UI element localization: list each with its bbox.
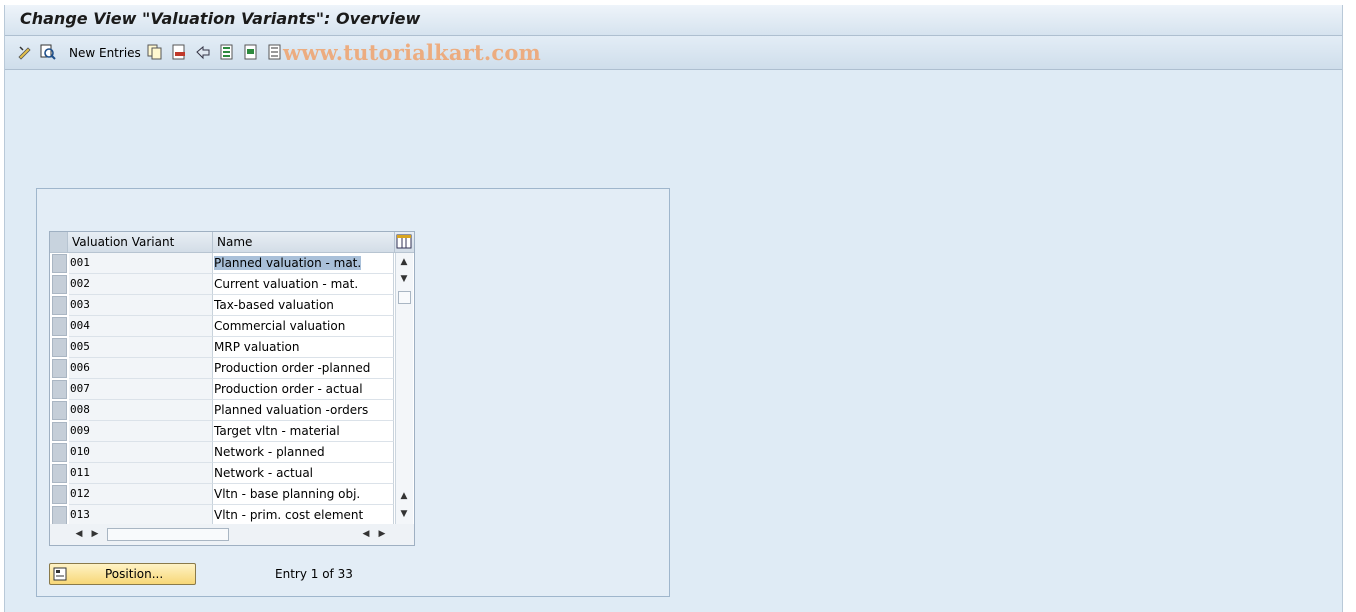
scroll-left-icon[interactable]: ◀: [72, 527, 86, 541]
name-cell[interactable]: Planned valuation - mat.: [213, 253, 394, 274]
valuation-variant-cell[interactable]: 001: [69, 253, 213, 274]
row-selector[interactable]: [52, 275, 67, 294]
horizontal-scrollbar[interactable]: ◀ ▶ ◀ ▶: [50, 524, 414, 545]
table-row[interactable]: 009 Target vltn - material: [50, 421, 395, 442]
valuation-variant-cell[interactable]: 011: [69, 463, 213, 484]
entry-counter: Entry 1 of 33: [275, 567, 353, 581]
scroll-left-icon[interactable]: ◀: [359, 527, 373, 541]
name-cell[interactable]: Planned valuation -orders: [213, 400, 394, 421]
sap-window: Change View "Valuation Variants": Overvi…: [4, 5, 1343, 612]
valuation-variant-cell[interactable]: 003: [69, 295, 213, 316]
table-row[interactable]: 001 Planned valuation - mat.: [50, 253, 395, 274]
title-bar: Change View "Valuation Variants": Overvi…: [5, 5, 1342, 36]
page-title: Change View "Valuation Variants": Overvi…: [20, 9, 421, 28]
table-row[interactable]: 005 MRP valuation: [50, 337, 395, 358]
name-cell[interactable]: Current valuation - mat.: [213, 274, 394, 295]
name-cell[interactable]: Tax-based valuation: [213, 295, 394, 316]
row-selector[interactable]: [52, 296, 67, 315]
scroll-right-icon[interactable]: ▶: [375, 527, 389, 541]
valuation-variant-cell[interactable]: 009: [69, 421, 213, 442]
application-toolbar: New Entries www.tutorialkart.com: [5, 36, 1342, 70]
valuation-variant-cell[interactable]: 013: [69, 505, 213, 526]
table-row[interactable]: 010 Network - planned: [50, 442, 395, 463]
position-button-label: Position...: [105, 567, 164, 581]
column-header-valuation-variant[interactable]: Valuation Variant: [68, 232, 213, 252]
table-row[interactable]: 008 Planned valuation -orders: [50, 400, 395, 421]
select-all-icon[interactable]: [219, 44, 235, 60]
valuation-variant-cell[interactable]: 002: [69, 274, 213, 295]
position-icon: [53, 567, 67, 581]
table-row[interactable]: 003 Tax-based valuation: [50, 295, 395, 316]
scroll-down-icon[interactable]: ▼: [397, 272, 411, 286]
horizontal-scroll-thumb[interactable]: [107, 528, 229, 541]
valuation-variant-cell[interactable]: 008: [69, 400, 213, 421]
deselect-all-icon[interactable]: [267, 44, 283, 60]
row-selector[interactable]: [52, 506, 67, 525]
name-cell[interactable]: Production order -planned: [213, 358, 394, 379]
row-selector[interactable]: [52, 422, 67, 441]
display-change-icon[interactable]: [17, 44, 33, 60]
scroll-right-icon[interactable]: ▶: [88, 527, 102, 541]
row-selector[interactable]: [52, 380, 67, 399]
name-cell[interactable]: Vltn - prim. cost element: [213, 505, 394, 526]
vertical-scroll-thumb[interactable]: [398, 291, 411, 304]
scroll-up-icon[interactable]: ▲: [397, 255, 411, 269]
name-cell[interactable]: Network - planned: [213, 442, 394, 463]
delete-icon[interactable]: [171, 44, 187, 60]
valuation-variants-table: Valuation Variant Name 001 Planned valuat…: [49, 231, 415, 546]
row-selector[interactable]: [52, 338, 67, 357]
table-row[interactable]: 007 Production order - actual: [50, 379, 395, 400]
valuation-variant-cell[interactable]: 005: [69, 337, 213, 358]
name-cell[interactable]: MRP valuation: [213, 337, 394, 358]
table-panel: Valuation Variant Name 001 Planned valuat…: [36, 188, 670, 597]
valuation-variant-cell[interactable]: 012: [69, 484, 213, 505]
table-row[interactable]: 012 Vltn - base planning obj.: [50, 484, 395, 505]
row-selector[interactable]: [52, 401, 67, 420]
valuation-variant-cell[interactable]: 007: [69, 379, 213, 400]
row-selector[interactable]: [52, 443, 67, 462]
undo-icon[interactable]: [195, 44, 211, 60]
table-row[interactable]: 002 Current valuation - mat.: [50, 274, 395, 295]
selected-text: Planned valuation - mat.: [214, 256, 362, 270]
row-selector[interactable]: [52, 254, 67, 273]
row-selector[interactable]: [52, 317, 67, 336]
valuation-variant-cell[interactable]: 004: [69, 316, 213, 337]
table-header: Valuation Variant Name: [50, 232, 414, 253]
select-block-icon[interactable]: [243, 44, 259, 60]
copy-icon[interactable]: [147, 44, 163, 60]
watermark: www.tutorialkart.com: [283, 40, 541, 65]
valuation-variant-cell[interactable]: 006: [69, 358, 213, 379]
table-row[interactable]: 013 Vltn - prim. cost element: [50, 505, 395, 526]
table-settings-icon[interactable]: [395, 232, 414, 252]
valuation-variant-cell[interactable]: 010: [69, 442, 213, 463]
row-selector[interactable]: [52, 464, 67, 483]
name-cell[interactable]: Vltn - base planning obj.: [213, 484, 394, 505]
name-cell[interactable]: Network - actual: [213, 463, 394, 484]
position-button[interactable]: Position...: [49, 563, 196, 585]
scroll-page-up-icon[interactable]: ▲: [397, 489, 411, 503]
column-header-name[interactable]: Name: [213, 232, 395, 252]
name-cell[interactable]: Commercial valuation: [213, 316, 394, 337]
scroll-page-down-icon[interactable]: ▼: [397, 507, 411, 521]
vertical-scrollbar[interactable]: ▲ ▼ ▲ ▼: [395, 253, 413, 524]
name-cell[interactable]: Production order - actual: [213, 379, 394, 400]
table-row[interactable]: 011 Network - actual: [50, 463, 395, 484]
name-cell[interactable]: Target vltn - material: [213, 421, 394, 442]
select-all-rows-cell[interactable]: [50, 232, 68, 252]
table-row[interactable]: 006 Production order -planned: [50, 358, 395, 379]
table-row[interactable]: 004 Commercial valuation: [50, 316, 395, 337]
new-entries-button[interactable]: New Entries: [69, 46, 141, 60]
row-selector[interactable]: [52, 359, 67, 378]
row-selector[interactable]: [52, 485, 67, 504]
details-icon[interactable]: [40, 44, 56, 60]
